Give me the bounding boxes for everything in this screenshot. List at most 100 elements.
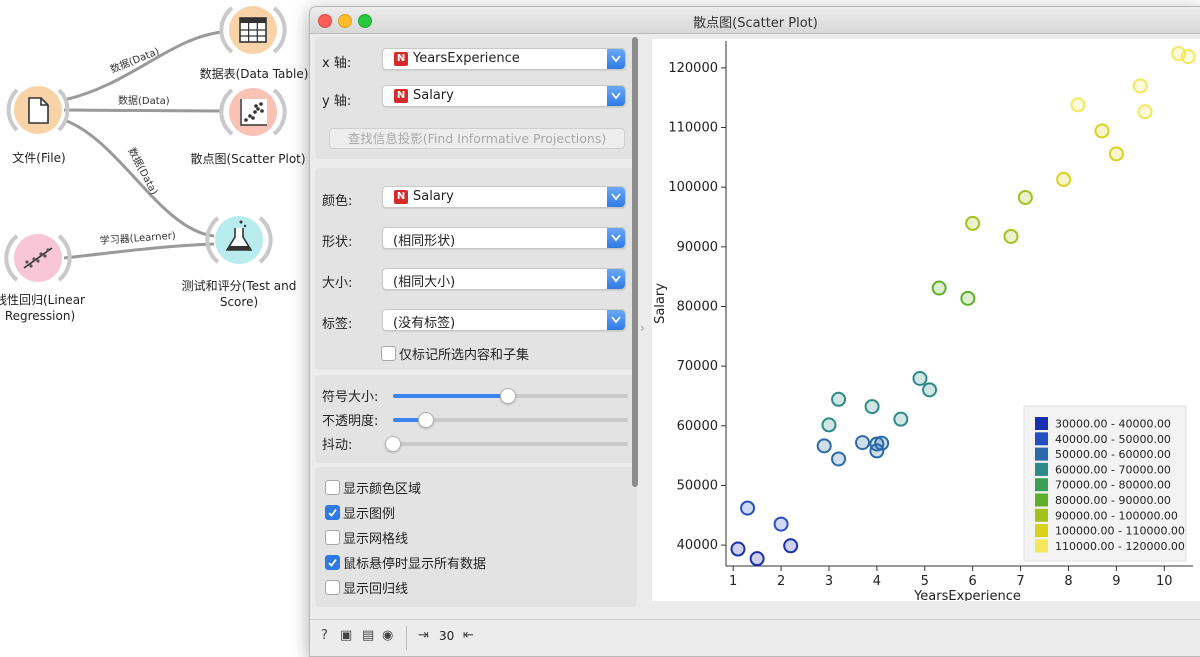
link-linreg-testscore[interactable] [63, 242, 215, 260]
data-point[interactable] [831, 451, 847, 467]
x-tick-label: 9 [1112, 574, 1120, 589]
data-point[interactable] [1003, 228, 1019, 244]
node-linreg[interactable] [4, 234, 72, 282]
display-options-box: 显示颜色区域 显示图例 显示网格线 鼠标悬停时显示所有数据 显示回归线 [315, 467, 637, 607]
display-option-checkbox[interactable] [325, 555, 340, 570]
control-panel-scrollbar[interactable] [632, 37, 638, 487]
opacity-slider[interactable] [393, 412, 628, 428]
chevron-down-icon [607, 49, 625, 69]
data-point[interactable] [912, 370, 928, 386]
display-option-label: 显示图例 [343, 507, 396, 522]
table-icon [239, 17, 267, 43]
input-data-icon[interactable]: ⇥ [418, 628, 429, 643]
output-data-icon[interactable]: ⇤ [463, 628, 474, 643]
data-point[interactable] [730, 541, 746, 557]
link-label-3: 数据(Data) [125, 145, 161, 197]
window-titlebar[interactable]: 散点图(Scatter Plot) [310, 7, 1200, 34]
attributes-box: 颜色: N Salary 形状: (相同形状) 大小: (相同大小) 标签: (… [315, 168, 637, 370]
data-point[interactable] [1056, 171, 1072, 187]
data-point[interactable] [922, 382, 938, 398]
data-point[interactable] [1137, 104, 1153, 120]
legend-swatch [1035, 432, 1048, 446]
x-tick-label: 4 [873, 574, 881, 589]
x-axis-combo[interactable]: N YearsExperience [382, 48, 626, 70]
data-point[interactable] [783, 538, 799, 554]
help-icon[interactable]: ? [321, 628, 328, 643]
numeric-variable-icon: N [394, 52, 408, 66]
legend-swatch [1035, 462, 1048, 476]
data-point[interactable] [893, 411, 909, 427]
workflow-links: 数据(Data) 数据(Data) 数据(Data) 学习器(Learner) [4, 6, 287, 282]
link-label-2: 数据(Data) [118, 94, 170, 107]
data-point[interactable] [931, 280, 947, 296]
data-point[interactable] [1070, 97, 1086, 113]
color-label: 颜色: [322, 194, 353, 209]
data-point[interactable] [831, 391, 847, 407]
link-file-testscore[interactable] [63, 118, 215, 238]
color-combo[interactable]: N Salary [382, 186, 626, 208]
data-point[interactable] [773, 516, 789, 532]
axis-box: x 轴: N YearsExperience y 轴: N Salary 查找信… [315, 37, 637, 159]
data-point[interactable] [855, 435, 871, 451]
data-point[interactable] [1017, 189, 1033, 205]
jitter-label: 抖动: [322, 438, 353, 453]
y-axis-label: y 轴: [322, 94, 352, 109]
data-point[interactable] [749, 551, 765, 567]
palette-icon[interactable]: ◉ [382, 628, 393, 643]
scatter-icon [240, 99, 267, 126]
save-image-icon[interactable]: ▣ [340, 628, 352, 643]
data-point[interactable] [816, 438, 832, 454]
data-point[interactable] [874, 435, 890, 451]
data-point[interactable] [1180, 49, 1196, 65]
slider-handle[interactable] [385, 436, 401, 452]
data-point[interactable] [965, 215, 981, 231]
x-tick-label: 10 [1156, 574, 1173, 589]
scatter-plot-area[interactable]: 1 2 3 4 5 6 7 8 9 10 40000 50000 60000 70000 80000 9000… [652, 39, 1200, 604]
node-scatter[interactable] [219, 88, 287, 136]
legend-label: 30000.00 - 40000.00 [1055, 418, 1171, 431]
control-panel: x 轴: N YearsExperience y 轴: N Salary 查找信… [315, 37, 640, 607]
node-datatable-label: 数据表(Data Table) [199, 67, 309, 81]
display-option-label: 显示颜色区域 [343, 482, 422, 497]
slider-handle[interactable] [417, 412, 434, 428]
legend-swatch [1035, 478, 1048, 492]
node-testscore-label-line2: Score) [219, 295, 259, 309]
collapse-chevron-icon[interactable]: › [640, 321, 645, 335]
shape-value: (相同形状) [393, 234, 456, 249]
data-point[interactable] [1132, 78, 1148, 94]
data-point[interactable] [864, 399, 880, 415]
scatter-plot-svg[interactable]: 1 2 3 4 5 6 7 8 9 10 40000 50000 60000 70000 80000 9000… [652, 39, 1200, 604]
data-point[interactable] [1094, 123, 1110, 139]
shape-combo[interactable]: (相同形状) [382, 227, 626, 249]
slider-handle[interactable] [500, 388, 517, 404]
data-point[interactable] [960, 290, 976, 306]
display-option-checkbox[interactable] [325, 580, 340, 595]
display-option-checkbox[interactable] [325, 505, 340, 520]
y-tick-label: 120000 [668, 61, 718, 76]
link-file-scatter[interactable] [63, 108, 223, 113]
jitter-slider[interactable] [385, 436, 628, 452]
node-file[interactable] [6, 86, 70, 134]
display-option-checkbox[interactable] [325, 530, 340, 545]
y-tick-label: 100000 [668, 180, 718, 195]
scatter-plot-window: 散点图(Scatter Plot) x 轴: N YearsExperience… [309, 6, 1200, 657]
data-point[interactable] [1108, 146, 1124, 162]
size-combo[interactable]: (相同大小) [382, 268, 626, 290]
data-point[interactable] [821, 417, 837, 433]
label-combo[interactable]: (没有标签) [382, 309, 626, 331]
find-informative-projections-button[interactable]: 查找信息投影(Find Informative Projections) [329, 128, 625, 149]
numeric-variable-icon: N [394, 190, 408, 204]
node-testscore[interactable] [205, 216, 273, 264]
y-axis-combo[interactable]: N Salary [382, 85, 626, 107]
x-axis-value: YearsExperience [413, 51, 520, 66]
shape-label: 形状: [322, 235, 353, 250]
data-point[interactable] [740, 500, 756, 516]
symbol-size-slider[interactable] [393, 388, 628, 404]
legend-label: 100000.00 - 110000.00 [1055, 525, 1185, 538]
symbol-size-label: 符号大小: [322, 390, 379, 405]
display-option-checkbox[interactable] [325, 480, 340, 495]
label-only-selected-checkbox[interactable] [381, 346, 396, 361]
report-icon[interactable]: ▤ [362, 628, 374, 643]
node-datatable[interactable] [219, 6, 287, 54]
x-axis-title: YearsExperience [913, 589, 1021, 601]
